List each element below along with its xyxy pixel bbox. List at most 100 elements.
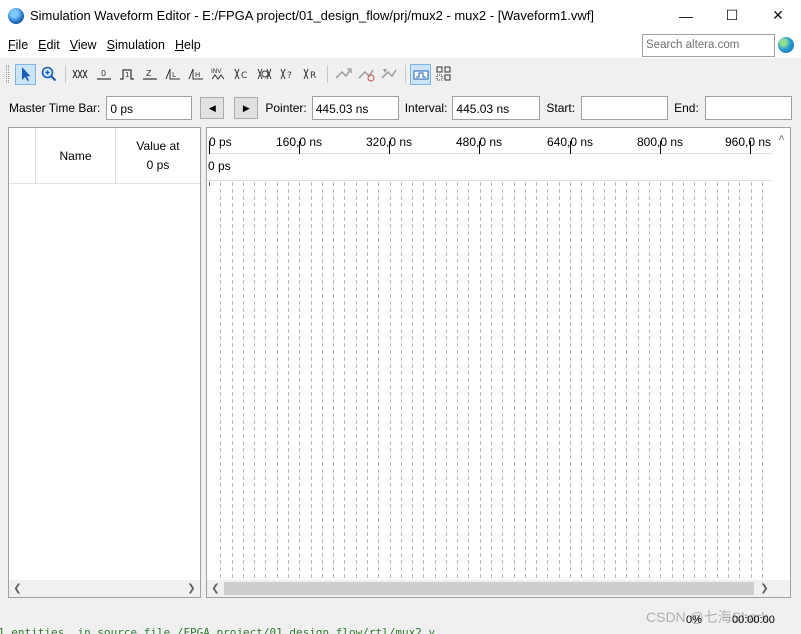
arbitrary-value-button[interactable]: R: [300, 64, 321, 85]
start-label: Start:: [546, 101, 576, 115]
count-value-button[interactable]: C: [231, 64, 252, 85]
name-column-header[interactable]: Name: [36, 128, 115, 184]
arbitrary-value-icon: R: [303, 68, 316, 81]
group-button[interactable]: [433, 64, 454, 85]
weak-low-button[interactable]: L: [162, 64, 183, 85]
elapsed-time: 00:00:00: [732, 614, 775, 626]
ruler-tick-label: 480,0 ns: [456, 135, 503, 149]
end-label: End:: [674, 101, 699, 115]
toolbar-grip[interactable]: [6, 65, 9, 83]
end-input[interactable]: [704, 96, 792, 120]
high-impedance-button[interactable]: Z: [139, 64, 160, 85]
ruler-tick-label: 160,0 ns: [276, 135, 323, 149]
selection-tool-button[interactable]: [15, 63, 36, 85]
svg-text:?: ?: [287, 71, 292, 81]
waveform-grid[interactable]: [207, 182, 774, 582]
clock-button[interactable]: [254, 64, 275, 85]
toolbar-separator: [65, 65, 66, 83]
forcing-low-button[interactable]: 0: [93, 64, 114, 85]
zoom-tool-button[interactable]: [38, 64, 59, 85]
invert-icon: INV: [211, 68, 224, 80]
signal-list-horizontal-scrollbar[interactable]: ❮ ❯: [9, 580, 200, 597]
menu-view[interactable]: View: [66, 38, 101, 52]
svg-text:1: 1: [125, 71, 129, 79]
random-value-button[interactable]: ?: [277, 64, 298, 85]
run-timing-icon: [357, 69, 374, 82]
run-functional-icon: [334, 68, 352, 79]
forcing-high-icon: 1: [119, 69, 134, 80]
grid-snap-icon: [413, 70, 428, 80]
weak-low-icon: L: [165, 68, 180, 80]
master-time-bar-input[interactable]: 0 ps: [106, 96, 193, 120]
grid-snap-button[interactable]: [410, 63, 431, 85]
menu-edit[interactable]: Edit: [34, 38, 64, 52]
pointer-input[interactable]: 445.03 ns: [311, 96, 399, 120]
signal-list-pane[interactable]: Name Value at 0 ps ❮ ❯: [8, 127, 201, 598]
svg-text:R: R: [310, 71, 316, 81]
next-transition-button[interactable]: ▶: [234, 97, 259, 119]
svg-text:C: C: [241, 71, 247, 81]
pointer-label: Pointer:: [265, 101, 307, 115]
forcing-unknown-icon: [72, 69, 87, 79]
toolbar: 0 1 Z L H INV C ? R: [0, 61, 801, 87]
svg-text:INV: INV: [211, 68, 222, 75]
scroll-right-icon[interactable]: ❯: [756, 580, 773, 597]
window-title: Simulation Waveform Editor - E:/FPGA pro…: [30, 8, 595, 23]
clock-icon: [257, 68, 271, 80]
start-input[interactable]: [581, 96, 669, 120]
menu-simulation[interactable]: Simulation: [103, 38, 169, 52]
run-functional-button[interactable]: [332, 64, 353, 85]
svg-text:L: L: [172, 71, 176, 79]
group-icon: [436, 66, 450, 81]
waveform-horizontal-scrollbar[interactable]: ❮ ❯: [207, 580, 790, 597]
interval-label: Interval:: [404, 101, 448, 115]
menu-help[interactable]: Help: [171, 38, 205, 52]
globe-icon[interactable]: [778, 37, 794, 53]
run-timing-netlist-button[interactable]: [378, 64, 399, 85]
weak-high-button[interactable]: H: [185, 64, 206, 85]
minimize-button[interactable]: —: [663, 0, 709, 31]
toolbar-separator: [327, 65, 328, 83]
selection-tool-icon: [21, 67, 30, 81]
forcing-high-button[interactable]: 1: [116, 64, 137, 85]
ruler-tick-label: 960,0 ns: [725, 135, 772, 149]
invert-button[interactable]: INV: [208, 64, 229, 85]
window-controls: — ☐ ✕: [663, 0, 801, 31]
zoom-tool-icon: [41, 66, 56, 82]
prev-transition-button[interactable]: ◀: [200, 97, 225, 119]
count-value-icon: C: [234, 68, 247, 81]
ruler-tick-label: 0 ps: [209, 135, 232, 149]
ruler-tick-label: 640,0 ns: [547, 135, 594, 149]
scroll-right-icon[interactable]: ❯: [183, 580, 200, 597]
time-ruler[interactable]: 0 ps 160,0 ns 320,0 ns 480,0 ns 640,0 ns…: [207, 128, 774, 154]
menu-file[interactable]: File: [4, 38, 32, 52]
run-timing-button[interactable]: [355, 64, 376, 85]
svg-text:H: H: [195, 71, 200, 79]
ruler-tick-label: 320,0 ns: [366, 135, 413, 149]
svg-text:Z: Z: [146, 69, 152, 78]
horizontal-scroll-thumb[interactable]: [224, 582, 754, 595]
status-bar: CSDN @七海Shark 0% 00:00:00 1 entities, in…: [0, 600, 801, 634]
master-time-cursor-label: 0 ps: [208, 159, 231, 173]
scroll-left-icon[interactable]: ❮: [9, 580, 26, 597]
master-time-cursor-row[interactable]: 0 ps: [207, 155, 774, 181]
random-value-icon: ?: [280, 68, 292, 81]
scroll-left-icon[interactable]: ❮: [207, 580, 224, 597]
app-logo-icon: [8, 7, 24, 24]
progress-percent: 0%: [686, 614, 702, 626]
value-column-header[interactable]: Value at 0 ps: [116, 137, 200, 175]
master-time-bar-label: Master Time Bar:: [9, 101, 101, 115]
ruler-tick-label: 800,0 ns: [637, 135, 684, 149]
search-input[interactable]: Search altera.com: [642, 34, 775, 57]
forcing-unknown-button[interactable]: [70, 64, 91, 85]
waveform-pane[interactable]: 0 ps 160,0 ns 320,0 ns 480,0 ns 640,0 ns…: [206, 127, 791, 598]
svg-text:0: 0: [101, 69, 106, 78]
scroll-up-icon[interactable]: ˄: [773, 130, 790, 147]
title-bar: Simulation Waveform Editor - E:/FPGA pro…: [0, 0, 801, 31]
close-button[interactable]: ✕: [755, 0, 801, 31]
interval-input[interactable]: 445.03 ns: [452, 96, 541, 120]
maximize-button[interactable]: ☐: [709, 0, 755, 31]
toolbar-separator: [405, 65, 406, 83]
waveform-vertical-scrollbar[interactable]: ˄: [773, 128, 790, 581]
high-impedance-icon: Z: [142, 69, 157, 80]
